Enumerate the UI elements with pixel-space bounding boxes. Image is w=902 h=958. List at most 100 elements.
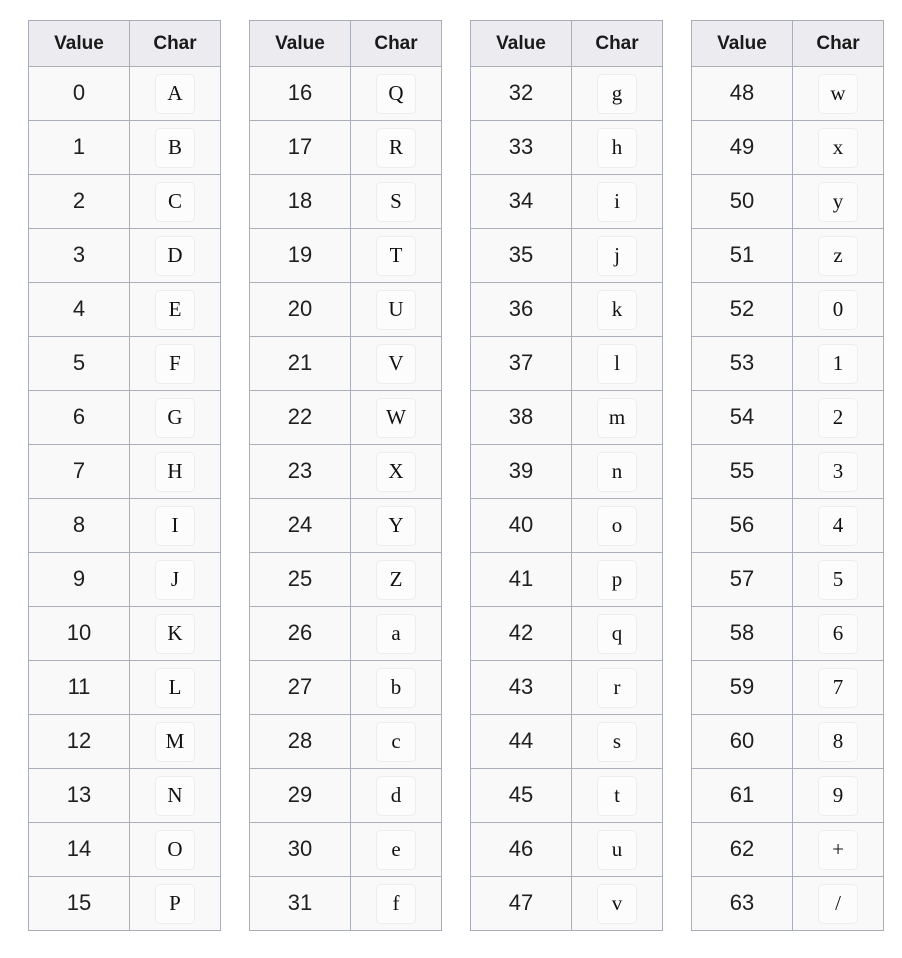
value-text: 61 [729, 782, 755, 807]
value-cell: 60 [691, 714, 793, 769]
table-row: 18 S [249, 174, 442, 229]
value-text: 31 [287, 890, 313, 915]
table-row: 3D [28, 228, 221, 283]
value-text: 20 [287, 296, 313, 321]
char-code-box: 0 [818, 289, 858, 330]
value-text: 2 [72, 188, 86, 213]
value-cell: 3 [28, 228, 130, 283]
base64-values-32-47: Value Char 32 g 33 h 34 i 35 j 36 k 37 l 38 m 39 n 40 o 41 p 4… [470, 20, 663, 931]
value-text: 57 [729, 566, 755, 591]
table-row: 16 Q [249, 66, 442, 121]
column-header-char: Char [792, 20, 884, 67]
value-text: 63 [729, 890, 755, 915]
value-cell: 9 [28, 552, 130, 607]
char-cell: r [571, 660, 663, 715]
column-header-value: Value [249, 20, 351, 67]
value-cell: 56 [691, 498, 793, 553]
table-row: 10 K [28, 606, 221, 661]
value-cell: 20 [249, 282, 351, 337]
value-cell: 1 [28, 120, 130, 175]
value-text: 30 [287, 836, 313, 861]
char-code-box: g [597, 73, 637, 114]
char-code-box: i [597, 181, 637, 222]
char-code-box: / [818, 883, 858, 924]
value-cell: 34 [470, 174, 572, 229]
char-cell: 1 [792, 336, 884, 391]
value-cell: 7 [28, 444, 130, 499]
char-cell: S [350, 174, 442, 229]
char-code-box: H [155, 451, 195, 492]
char-code-box: U [376, 289, 416, 330]
char-cell: t [571, 768, 663, 823]
char-code-box: D [155, 235, 195, 276]
value-text: 60 [729, 728, 755, 753]
value-cell: 35 [470, 228, 572, 283]
value-cell: 47 [470, 876, 572, 931]
base64-values-16-31: Value Char 16 Q 17 R 18 S 19 T 20 U 21 V 22 W 23 X 24 Y 25 Z 2… [249, 20, 442, 931]
table-row: 45 t [470, 768, 663, 823]
value-text: 19 [287, 242, 313, 267]
char-code-box: O [155, 829, 195, 870]
char-cell: y [792, 174, 884, 229]
table-row: 2C [28, 174, 221, 229]
value-cell: 53 [691, 336, 793, 391]
table-row: 14 O [28, 822, 221, 877]
value-text: 58 [729, 620, 755, 645]
value-text: 7 [72, 458, 86, 483]
char-code-box: 3 [818, 451, 858, 492]
value-text: 29 [287, 782, 313, 807]
table-row: 58 6 [691, 606, 884, 661]
table-row: 33 h [470, 120, 663, 175]
char-cell: 2 [792, 390, 884, 445]
char-code-box: 2 [818, 397, 858, 438]
table-row: 19 T [249, 228, 442, 283]
value-cell: 27 [249, 660, 351, 715]
char-cell: j [571, 228, 663, 283]
value-cell: 52 [691, 282, 793, 337]
table-row: 56 4 [691, 498, 884, 553]
char-code-box: p [597, 559, 637, 600]
char-cell: b [350, 660, 442, 715]
char-cell: f [350, 876, 442, 931]
table-row: 35 j [470, 228, 663, 283]
value-text: 25 [287, 566, 313, 591]
value-cell: 62 [691, 822, 793, 877]
value-text: 52 [729, 296, 755, 321]
value-cell: 16 [249, 66, 351, 121]
char-cell: 6 [792, 606, 884, 661]
char-code-box: R [376, 127, 416, 168]
char-code-box: z [818, 235, 858, 276]
char-code-box: 7 [818, 667, 858, 708]
table-row: 13 N [28, 768, 221, 823]
value-cell: 31 [249, 876, 351, 931]
value-cell: 13 [28, 768, 130, 823]
table-row: 32 g [470, 66, 663, 121]
char-cell: I [129, 498, 221, 553]
char-code-box: e [376, 829, 416, 870]
char-code-box: E [155, 289, 195, 330]
char-cell: k [571, 282, 663, 337]
char-code-box: r [597, 667, 637, 708]
char-cell: X [350, 444, 442, 499]
char-code-box: m [597, 397, 637, 438]
table-row: 38 m [470, 390, 663, 445]
char-cell: e [350, 822, 442, 877]
table-row: 23 X [249, 444, 442, 499]
table-row: 29 d [249, 768, 442, 823]
char-code-box: f [376, 883, 416, 924]
value-cell: 8 [28, 498, 130, 553]
value-cell: 63 [691, 876, 793, 931]
char-cell: l [571, 336, 663, 391]
char-code-box: W [376, 397, 416, 438]
table-row: 47 v [470, 876, 663, 931]
table-row: 9J [28, 552, 221, 607]
char-cell: z [792, 228, 884, 283]
table-row: 40 o [470, 498, 663, 553]
value-cell: 50 [691, 174, 793, 229]
value-cell: 51 [691, 228, 793, 283]
char-cell: w [792, 66, 884, 121]
value-cell: 46 [470, 822, 572, 877]
char-cell: d [350, 768, 442, 823]
value-cell: 49 [691, 120, 793, 175]
value-text: 15 [66, 890, 92, 915]
